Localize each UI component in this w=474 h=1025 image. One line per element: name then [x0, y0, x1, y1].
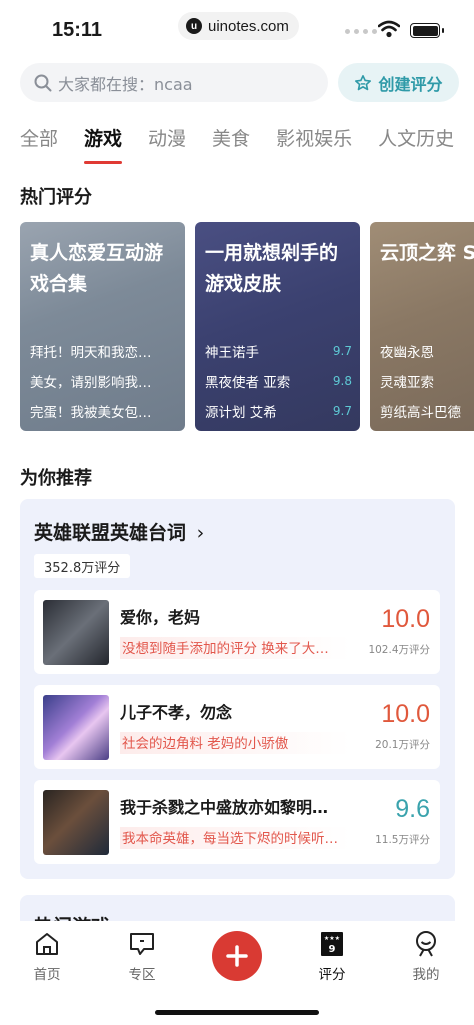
- chat-icon: [130, 933, 154, 955]
- hot-card[interactable]: 真人恋爱互动游戏合集 拜托！明天和我恋… 美女，请别影响我… 完蛋！我被美女包…: [20, 222, 185, 431]
- card-row-score: 9.8: [332, 374, 352, 388]
- list-item[interactable]: 爱你，老妈 没想到随手添加的评分 换来了大… 10.0 102.4万评分: [34, 590, 440, 674]
- item-thumbnail: [43, 790, 109, 855]
- clock: 15:11: [52, 19, 103, 41]
- item-thumbnail: [43, 600, 109, 665]
- search-placeholder: 大家都在搜：ncaa: [58, 74, 193, 94]
- card-row-text: 夜幽永恩: [380, 345, 434, 361]
- hot-card[interactable]: 一用就想剁手的游戏皮肤 神王诺手 9.7 黑夜使者 亚索 9.8 源计划 艾希 9.7: [195, 222, 360, 431]
- card-row-score: 9.7: [332, 404, 352, 418]
- section-title-recommend: 为你推荐: [20, 468, 92, 489]
- tab-anime[interactable]: 动漫: [148, 124, 186, 164]
- group-title: 英雄联盟英雄台词: [34, 522, 187, 544]
- profile-icon: [416, 931, 436, 957]
- card-title: 云顶之弈 S 荐阵容: [380, 242, 474, 264]
- list-item[interactable]: 我于杀戮之中盛放亦如黎明… 我本命英雄，每当选下烬的时候听… 9.6 11.5万…: [34, 780, 440, 864]
- home-indicator: [155, 1010, 319, 1015]
- hot-cards: 真人恋爱互动游戏合集 拜托！明天和我恋… 美女，请别影响我… 完蛋！我被美女包……: [20, 222, 474, 432]
- card-row-text: 神王诺手: [205, 345, 259, 361]
- item-tagline: 没想到随手添加的评分 换来了大…: [120, 637, 350, 659]
- card-row-text: 灵魂亚索: [380, 375, 434, 391]
- recommend-panel: 英雄联盟英雄台词 › 352.8万评分 爱你，老妈 没想到随手添加的评分 换来了…: [20, 499, 455, 879]
- home-icon: [36, 933, 58, 955]
- item-name: 我于杀戮之中盛放亦如黎明…: [120, 798, 329, 817]
- status-bar: 15:11 u uinotes.com: [0, 0, 474, 60]
- rating-icon: ★★★ 9: [321, 932, 343, 956]
- nav-label: 评分: [318, 967, 346, 983]
- item-score: 10.0: [381, 700, 430, 728]
- nav-home[interactable]: 首页: [17, 929, 77, 983]
- card-row-text: 拜托！明天和我恋…: [30, 345, 152, 361]
- item-tagline: 社会的边角料 老妈的小骄傲: [120, 732, 350, 754]
- nav-label: 我的: [412, 967, 440, 983]
- tab-games[interactable]: 游戏: [84, 124, 123, 164]
- list-item[interactable]: 儿子不孝，勿念 社会的边角料 老妈的小骄傲 10.0 20.1万评分: [34, 685, 440, 769]
- tab-food[interactable]: 美食: [212, 124, 250, 164]
- item-count: 20.1万评分: [375, 739, 430, 751]
- tab-all[interactable]: 全部: [20, 124, 58, 164]
- nav-label: 首页: [33, 967, 61, 983]
- item-count: 11.5万评分: [375, 834, 430, 846]
- card-row-text: 剪纸高斗巴德: [380, 405, 461, 421]
- item-count: 102.4万评分: [368, 644, 430, 656]
- group-count-badge: 352.8万评分: [34, 554, 131, 578]
- item-thumbnail: [43, 695, 109, 760]
- item-name: 爱你，老妈: [120, 608, 201, 627]
- tab-entertainment[interactable]: 影视娱乐: [276, 124, 352, 164]
- card-row-score: 9.7: [332, 344, 352, 358]
- search-bar[interactable]: 大家都在搜：ncaa: [20, 63, 328, 102]
- url-pill[interactable]: u uinotes.com: [178, 12, 299, 40]
- item-score: 10.0: [381, 605, 430, 633]
- card-row-text: 源计划 艾希: [205, 405, 277, 421]
- section-title-hot: 热门评分: [20, 187, 92, 208]
- create-rating-label: 创建评分: [378, 74, 443, 94]
- group-title-link[interactable]: 英雄联盟英雄台词 ›: [34, 518, 204, 545]
- chevron-right-icon: ›: [196, 522, 205, 544]
- tab-history[interactable]: 人文历史: [378, 124, 454, 164]
- card-row-text: 美女，请别影响我…: [30, 375, 152, 391]
- item-name: 儿子不孝，勿念: [120, 703, 233, 722]
- nav-label: 专区: [128, 967, 156, 983]
- signal-dots-icon: [345, 29, 377, 34]
- url-text: uinotes.com: [208, 17, 289, 35]
- category-tabs: 全部 游戏 动漫 美食 影视娱乐 人文历史: [0, 124, 474, 166]
- site-logo-icon: u: [186, 18, 202, 34]
- card-row-text: 黑夜使者 亚索: [205, 375, 291, 391]
- nav-me[interactable]: 我的: [396, 929, 456, 983]
- battery-icon: [410, 23, 444, 38]
- star-icon: [355, 74, 372, 90]
- card-title: 一用就想剁手的游戏皮肤: [205, 242, 339, 295]
- card-row-text: 完蛋！我被美女包…: [30, 405, 152, 421]
- plus-icon: [226, 945, 248, 967]
- create-rating-button[interactable]: 创建评分: [338, 63, 459, 102]
- add-button[interactable]: [212, 931, 262, 981]
- hot-card[interactable]: 云顶之弈 S 荐阵容 夜幽永恩 灵魂亚索 剪纸高斗巴德: [370, 222, 474, 431]
- svg-text:★★★: ★★★: [324, 935, 340, 942]
- item-tagline: 我本命英雄，每当选下烬的时候听…: [120, 827, 350, 849]
- card-title: 真人恋爱互动游戏合集: [30, 242, 164, 295]
- search-icon: [34, 74, 52, 91]
- svg-text:9: 9: [329, 944, 336, 955]
- wifi-icon: [378, 20, 400, 38]
- item-score: 9.6: [395, 795, 430, 823]
- nav-rating[interactable]: ★★★ 9 评分: [302, 929, 362, 983]
- nav-zone[interactable]: 专区: [112, 929, 172, 983]
